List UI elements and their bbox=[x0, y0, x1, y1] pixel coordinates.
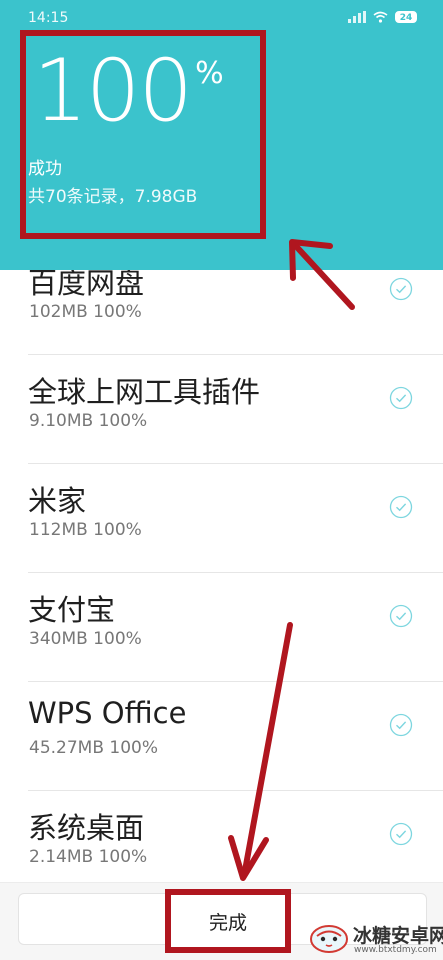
watermark-url: www.btxtdmy.com bbox=[354, 945, 437, 955]
battery-icon: 24 bbox=[395, 11, 417, 23]
wifi-icon bbox=[373, 11, 388, 23]
list-item[interactable]: 米家 112MB 100% bbox=[28, 464, 443, 573]
backup-result-screen: 14:15 24 100 % 成功 共70条记录，7.98GB 百度网盘 102… bbox=[0, 0, 443, 960]
app-name: 米家 bbox=[28, 484, 87, 518]
app-size-progress: 45.27MB 100% bbox=[29, 738, 159, 758]
app-size-progress: 102MB 100% bbox=[29, 302, 142, 322]
header-highlight-box bbox=[20, 30, 266, 239]
watermark-brand: 冰糖安卓网 bbox=[353, 925, 443, 947]
status-icons: 24 bbox=[348, 11, 417, 23]
app-size-progress: 112MB 100% bbox=[29, 520, 142, 540]
check-circle-icon bbox=[389, 713, 413, 737]
check-circle-icon bbox=[389, 822, 413, 846]
check-circle-icon bbox=[389, 386, 413, 410]
watermark: 冰糖安卓网 www.btxtdmy.com bbox=[309, 918, 443, 958]
app-size-progress: 9.10MB 100% bbox=[29, 411, 148, 431]
list-item[interactable]: 全球上网工具插件 9.10MB 100% bbox=[28, 355, 443, 464]
watermark-logo-icon bbox=[310, 925, 348, 953]
app-name: 系统桌面 bbox=[28, 811, 145, 845]
check-circle-icon bbox=[389, 277, 413, 301]
app-name: 支付宝 bbox=[28, 593, 116, 627]
check-circle-icon bbox=[389, 604, 413, 628]
backup-app-list: 百度网盘 102MB 100% 全球上网工具插件 9.10MB 100% 米家 … bbox=[0, 246, 443, 899]
app-size-progress: 340MB 100% bbox=[29, 629, 142, 649]
list-item[interactable]: 支付宝 340MB 100% bbox=[28, 573, 443, 682]
app-size-progress: 2.14MB 100% bbox=[29, 847, 148, 867]
list-item[interactable]: WPS Office 45.27MB 100% bbox=[28, 682, 443, 791]
done-button[interactable]: 完成 bbox=[165, 889, 291, 953]
signal-icon bbox=[348, 11, 366, 23]
status-time: 14:15 bbox=[28, 10, 69, 26]
app-name: WPS Office bbox=[28, 696, 187, 730]
check-circle-icon bbox=[389, 495, 413, 519]
app-name: 全球上网工具插件 bbox=[28, 375, 261, 409]
